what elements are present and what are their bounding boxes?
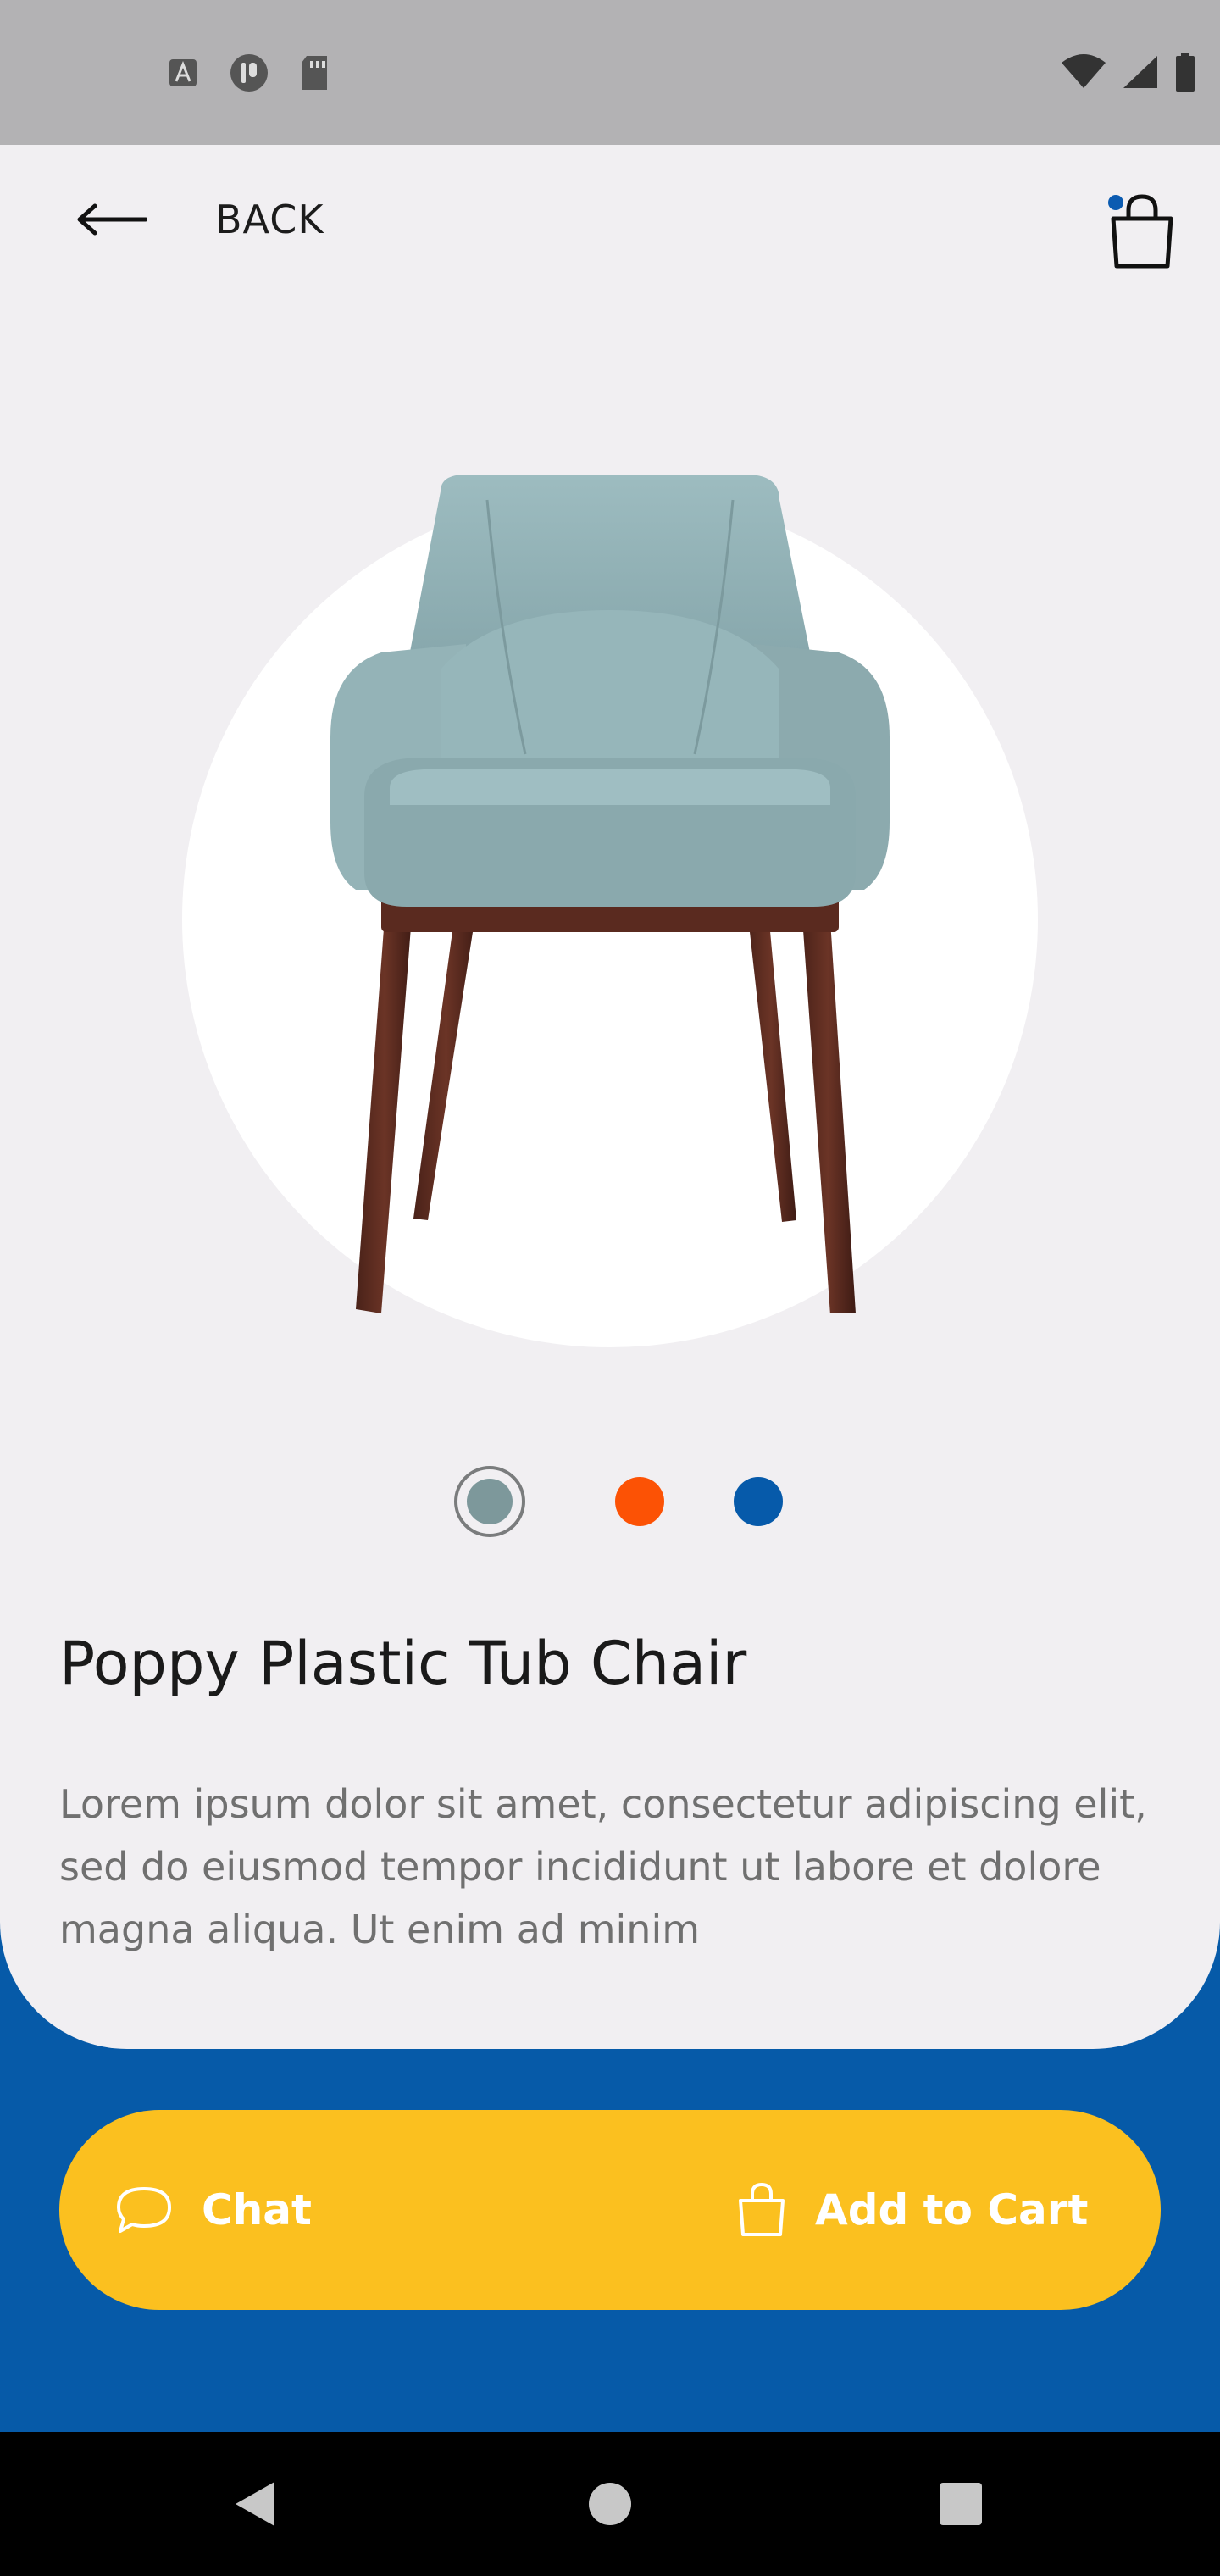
color-swatch-2[interactable] (615, 1477, 664, 1526)
cart-badge (1108, 195, 1123, 210)
status-right-icons (1061, 53, 1196, 92)
back-triangle-icon (236, 2482, 274, 2526)
shopping-bag-icon (739, 2182, 785, 2236)
status-left-icons (166, 53, 330, 93)
color-swatches (454, 1466, 783, 1537)
chat-button[interactable]: Chat (115, 2110, 312, 2310)
recents-square-icon (940, 2483, 982, 2525)
battery-icon (1176, 53, 1195, 92)
back-button[interactable]: BACK (76, 197, 324, 242)
nav-recents-button[interactable] (910, 2432, 1012, 2576)
product-title: Poppy Plastic Tub Chair (59, 1629, 747, 1698)
add-to-cart-label: Add to Cart (815, 2185, 1089, 2235)
navigation-bar (0, 2432, 1220, 2576)
back-label: BACK (215, 197, 324, 242)
color-swatch-3[interactable] (734, 1477, 783, 1526)
arrow-left-icon (77, 203, 147, 236)
wifi-icon (1062, 54, 1106, 88)
nav-back-button[interactable] (203, 2432, 305, 2576)
sd-card-icon (302, 56, 327, 90)
home-circle-icon (589, 2483, 631, 2525)
status-bar (0, 0, 1220, 145)
product-description: Lorem ipsum dolor sit amet, consectetur … (59, 1781, 1147, 1952)
nav-home-button[interactable] (559, 2432, 661, 2576)
color-swatch-1-fill (467, 1479, 513, 1524)
app-notification-icon (230, 54, 268, 92)
armchair-image (330, 475, 890, 1313)
chat-label: Chat (202, 2185, 312, 2235)
color-swatch-1[interactable] (454, 1466, 525, 1537)
chat-bubble-icon (117, 2187, 171, 2233)
add-to-cart-button[interactable]: Add to Cart (737, 2110, 1088, 2310)
font-notification-icon (169, 59, 197, 86)
action-bar: Chat Add to Cart (59, 2110, 1161, 2310)
cellular-signal-icon (1123, 56, 1157, 88)
